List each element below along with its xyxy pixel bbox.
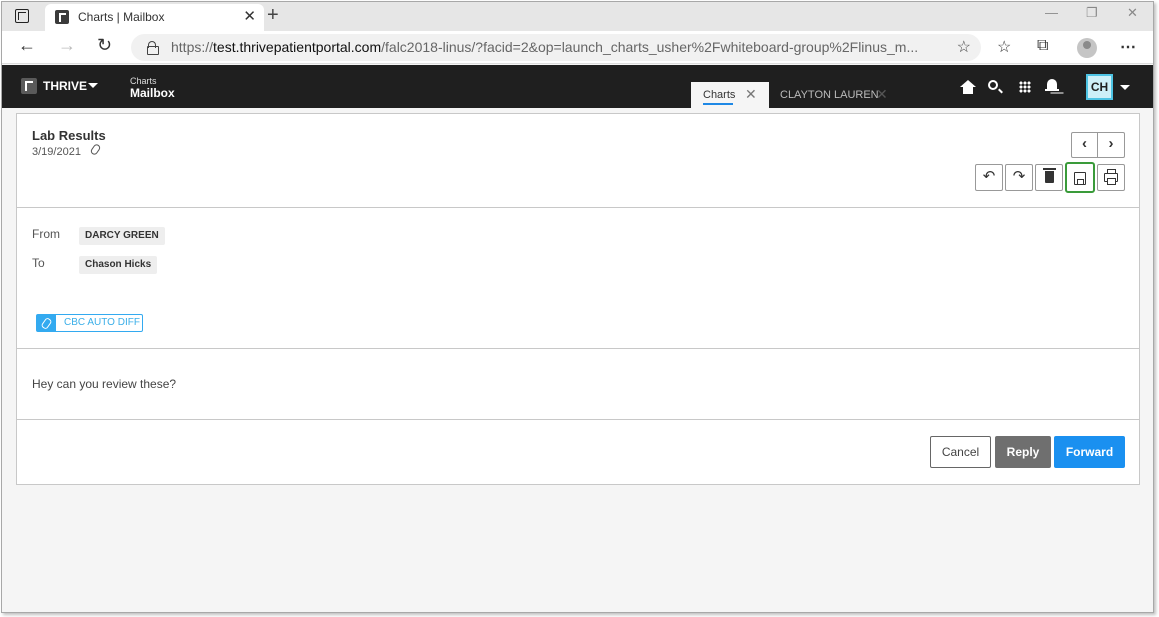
message-body: Hey can you review these? <box>32 377 177 391</box>
reply-icon-button[interactable]: ↶ <box>975 164 1003 191</box>
refresh-icon[interactable]: ↻ <box>97 35 112 56</box>
attachment-link[interactable]: CBC AUTO DIFF <box>36 314 143 332</box>
chevron-down-icon[interactable] <box>1120 85 1130 90</box>
address-bar[interactable]: https://test.thrivepatientportal.com/fal… <box>131 34 981 61</box>
close-window-button[interactable]: ✕ <box>1127 5 1138 21</box>
message-subject: Lab Results <box>32 128 106 143</box>
attachment-name: CBC AUTO DIFF <box>64 317 140 328</box>
browser-window: Charts | Mailbox ✕ + — ❐ ✕ ← → ↻ https:/… <box>1 1 1154 613</box>
save-button[interactable] <box>1065 162 1095 193</box>
to-label: To <box>32 256 45 270</box>
apps-grid-icon[interactable] <box>1019 81 1031 93</box>
breadcrumb-parent: Charts <box>130 76 157 86</box>
delete-button[interactable] <box>1035 164 1063 191</box>
browser-toolbar: ← → ↻ https://test.thrivepatientportal.c… <box>2 31 1153 64</box>
trash-icon <box>1042 168 1056 184</box>
message-pager: ‹ › <box>1071 132 1125 158</box>
favorite-star-icon[interactable]: ☆ <box>957 37 971 57</box>
restore-button[interactable]: ❐ <box>1086 5 1098 21</box>
page-title: Mailbox <box>130 86 175 100</box>
reply-button[interactable]: Reply <box>995 436 1051 468</box>
message-date: 3/19/2021 <box>32 146 81 158</box>
tab-patient[interactable]: CLAYTON LAUREN <box>780 89 879 101</box>
forward-arrow-icon[interactable]: → <box>58 35 76 56</box>
next-message-button[interactable]: › <box>1098 133 1124 157</box>
divider <box>17 207 1139 208</box>
bell-icon[interactable] <box>1045 79 1059 94</box>
url-text[interactable]: https://test.thrivepatientportal.com/fal… <box>171 39 941 55</box>
from-label: From <box>32 227 60 241</box>
forward-button[interactable]: Forward <box>1054 436 1125 468</box>
sender-chip: DARCY GREEN <box>79 227 165 245</box>
thrive-favicon-icon <box>55 10 69 24</box>
divider <box>17 419 1139 420</box>
more-menu-icon[interactable]: ⋯ <box>1120 37 1136 57</box>
cancel-button[interactable]: Cancel <box>930 436 991 468</box>
browser-tab-title: Charts | Mailbox <box>78 10 165 24</box>
close-icon[interactable]: ✕ <box>745 86 757 103</box>
minimize-button[interactable]: — <box>1045 5 1058 20</box>
forward-icon-button[interactable]: ↷ <box>1005 164 1033 191</box>
profile-icon[interactable] <box>1077 38 1097 58</box>
app-header: THRIVE Charts Mailbox Charts ✕ CLAYTON L… <box>2 65 1153 108</box>
thrive-logo-icon[interactable] <box>21 78 37 94</box>
recipient-chip: Chason Hicks <box>79 256 158 274</box>
favorites-icon[interactable]: ☆ <box>997 37 1011 57</box>
close-tab-icon[interactable]: ✕ <box>243 7 256 25</box>
active-tab-underline <box>703 103 733 105</box>
search-icon[interactable] <box>988 80 998 90</box>
paperclip-icon <box>89 142 102 157</box>
back-arrow-icon[interactable]: ← <box>18 35 36 56</box>
tab-charts[interactable]: Charts ✕ <box>691 82 769 108</box>
previous-message-button[interactable]: ‹ <box>1072 133 1098 157</box>
message-card: Lab Results 3/19/2021 ‹ › ↶ ↷ From DARCY… <box>16 113 1140 485</box>
paperclip-icon <box>37 315 56 331</box>
browser-tab[interactable]: Charts | Mailbox ✕ <box>45 4 264 31</box>
home-icon[interactable] <box>960 80 976 94</box>
chevron-down-icon[interactable] <box>88 83 98 88</box>
window-menu-icon[interactable] <box>15 9 29 23</box>
tab-label: Charts <box>703 89 736 101</box>
brand-name[interactable]: THRIVE <box>43 79 87 93</box>
lock-icon[interactable] <box>147 41 159 55</box>
printer-icon <box>1104 168 1118 185</box>
browser-tab-strip: Charts | Mailbox ✕ + — ❐ ✕ <box>2 2 1153 31</box>
avatar[interactable]: CH <box>1086 74 1113 100</box>
print-button[interactable] <box>1097 164 1125 191</box>
new-tab-button[interactable]: + <box>267 4 279 26</box>
divider <box>17 348 1139 349</box>
save-icon <box>1074 171 1086 185</box>
close-icon[interactable]: ✕ <box>876 86 888 103</box>
collections-icon[interactable]: ⧉ <box>1037 37 1048 55</box>
